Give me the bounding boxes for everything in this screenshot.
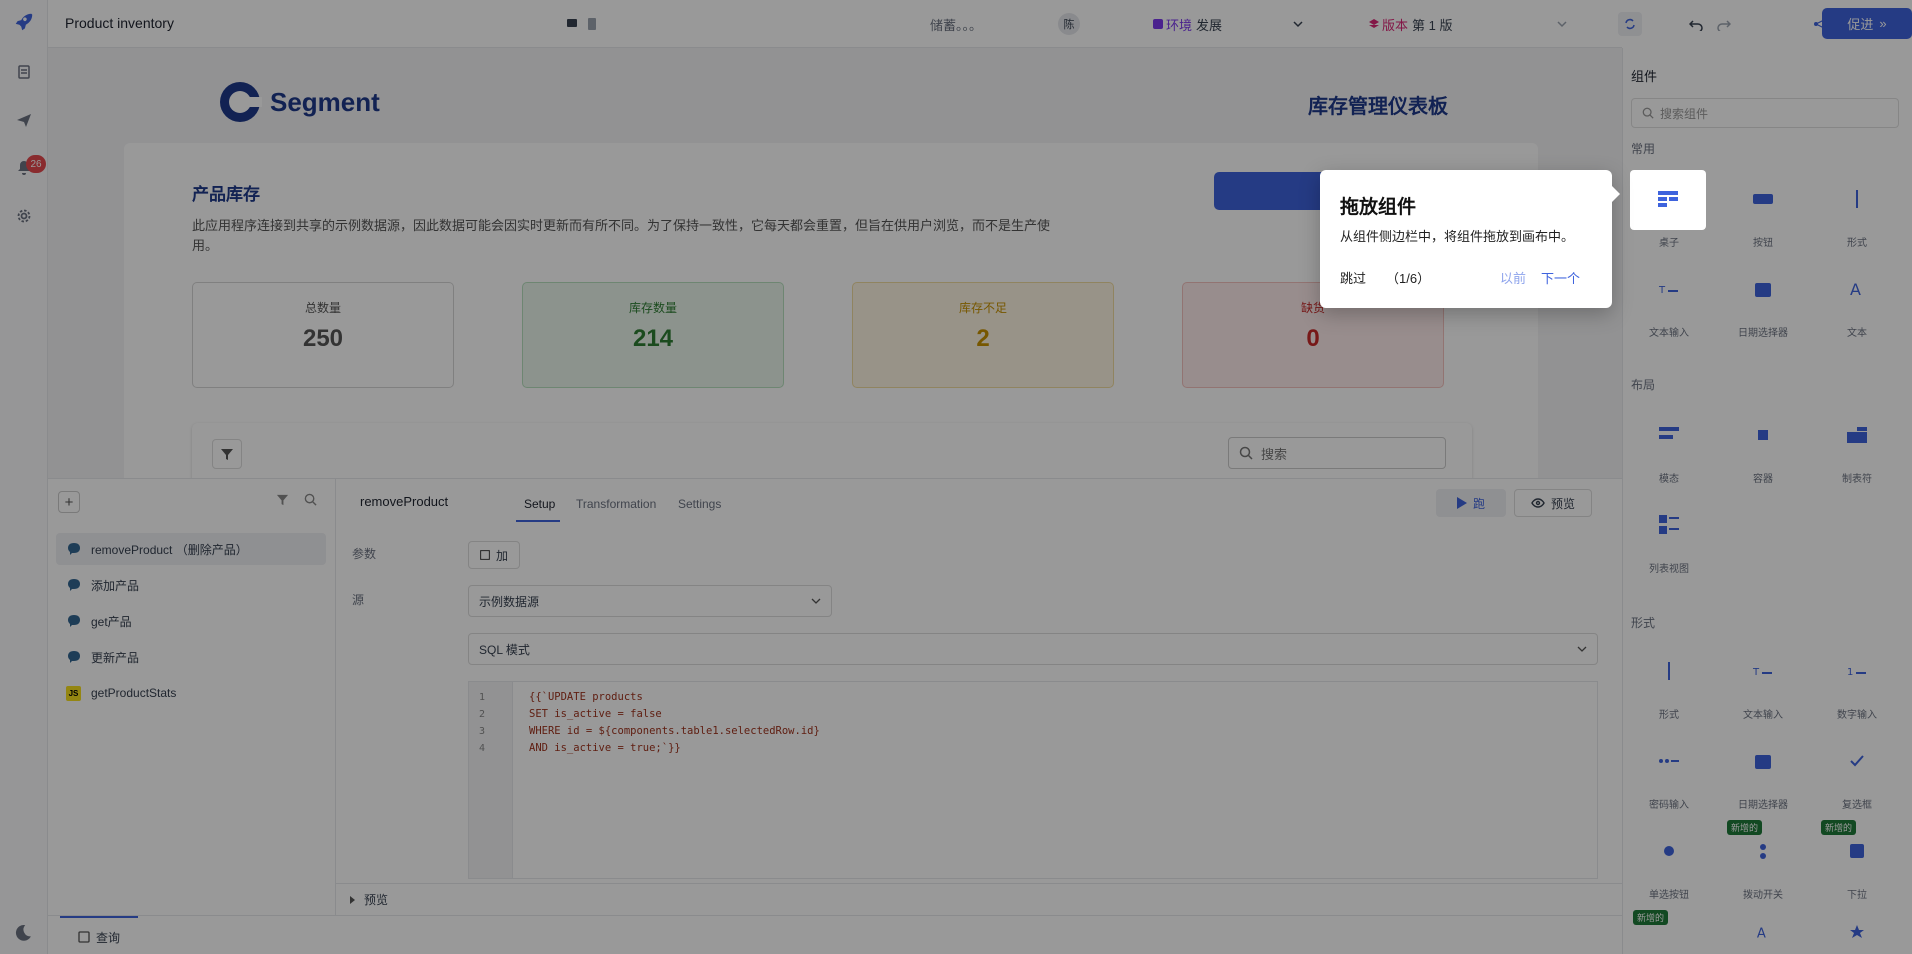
previous-button[interactable]: 以前 <box>1500 268 1526 287</box>
highlighted-table-component[interactable] <box>1630 170 1706 230</box>
next-button[interactable]: 下一个 <box>1541 268 1580 287</box>
popover-title: 拖放组件 <box>1340 197 1417 218</box>
popover-arrow <box>1610 184 1620 204</box>
tour-popover: 拖放组件 从组件侧边栏中，将组件拖放到画布中。 跳过 （1/6） 以前 下一个 <box>1320 170 1620 308</box>
step-counter: （1/6） <box>1386 271 1431 286</box>
table-icon <box>1658 191 1678 207</box>
popover-body: 从组件侧边栏中，将组件拖放到画布中。 <box>1340 229 1575 244</box>
skip-button[interactable]: 跳过 <box>1340 268 1366 287</box>
